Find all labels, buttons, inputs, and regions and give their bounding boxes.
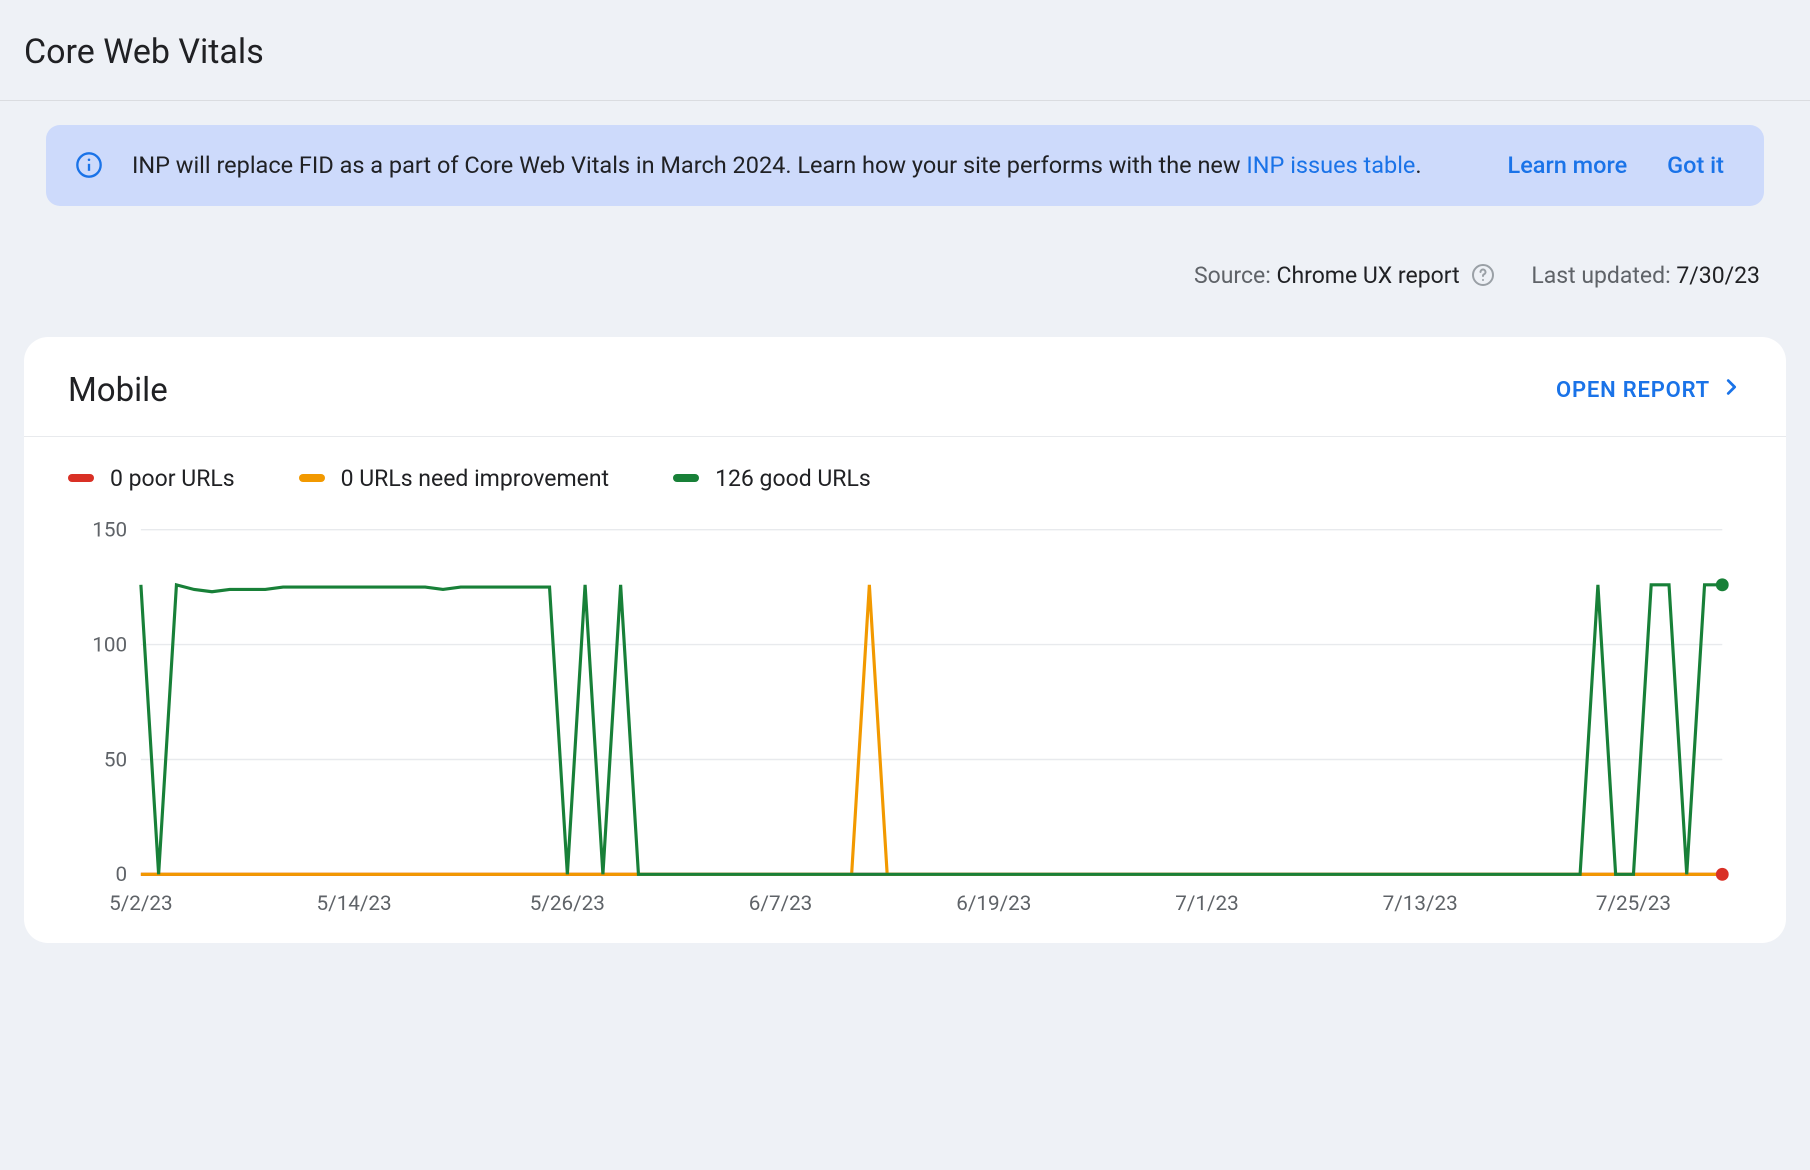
legend-item-good: 126 good URLs	[673, 465, 871, 492]
open-report-label: OPEN REPORT	[1556, 378, 1710, 403]
info-icon	[74, 150, 104, 180]
last-updated-label: Last updated:	[1531, 262, 1676, 289]
last-updated-value: 7/30/23	[1676, 262, 1760, 289]
svg-text:7/13/23: 7/13/23	[1383, 892, 1458, 916]
legend-label-good: 126 good URLs	[715, 465, 871, 492]
source-value: Chrome UX report	[1276, 262, 1459, 289]
legend-item-need: 0 URLs need improvement	[299, 465, 609, 492]
svg-text:5/26/23: 5/26/23	[530, 892, 605, 916]
help-icon[interactable]	[1471, 263, 1495, 287]
legend-item-poor: 0 poor URLs	[68, 465, 235, 492]
chart-legend: 0 poor URLs 0 URLs need improvement 126 …	[24, 437, 1786, 504]
mobile-card: Mobile OPEN REPORT 0 poor URLs 0 URLs ne…	[24, 337, 1786, 944]
svg-text:6/7/23: 6/7/23	[749, 892, 812, 916]
svg-text:7/25/23: 7/25/23	[1596, 892, 1671, 916]
legend-label-poor: 0 poor URLs	[110, 465, 235, 492]
last-updated-block: Last updated: 7/30/23	[1531, 262, 1760, 289]
svg-text:6/19/23: 6/19/23	[956, 892, 1031, 916]
learn-more-button[interactable]: Learn more	[1508, 151, 1628, 179]
mobile-chart: 0 50 100 150 5/2/23 5/14/23 5/26/23 6/7/23 6/19/…	[68, 510, 1742, 924]
legend-swatch-need	[299, 474, 325, 482]
legend-label-need: 0 URLs need improvement	[341, 465, 609, 492]
legend-swatch-good	[673, 474, 699, 482]
inp-issues-link[interactable]: INP issues table	[1246, 151, 1415, 179]
svg-text:100: 100	[92, 633, 127, 657]
legend-swatch-poor	[68, 474, 94, 482]
svg-text:50: 50	[104, 748, 127, 772]
chevron-right-icon	[1720, 376, 1742, 404]
inp-banner: INP will replace FID as a part of Core W…	[46, 125, 1764, 206]
svg-text:7/1/23: 7/1/23	[1175, 892, 1238, 916]
source-block: Source: Chrome UX report	[1194, 262, 1495, 289]
banner-message: INP will replace FID as a part of Core W…	[132, 149, 1480, 182]
source-label: Source:	[1194, 262, 1277, 289]
header-divider	[0, 100, 1810, 101]
meta-row: Source: Chrome UX report Last updated: 7…	[24, 262, 1786, 337]
banner-message-pre: INP will replace FID as a part of Core W…	[132, 151, 1246, 179]
svg-text:0: 0	[115, 863, 127, 887]
open-report-button[interactable]: OPEN REPORT	[1556, 376, 1742, 404]
got-it-button[interactable]: Got it	[1667, 151, 1724, 179]
banner-message-post: .	[1415, 151, 1421, 179]
svg-text:5/14/23: 5/14/23	[317, 892, 392, 916]
svg-text:5/2/23: 5/2/23	[109, 892, 172, 916]
svg-text:150: 150	[92, 518, 127, 542]
page-title: Core Web Vitals	[24, 18, 1786, 100]
section-title: Mobile	[68, 371, 168, 410]
